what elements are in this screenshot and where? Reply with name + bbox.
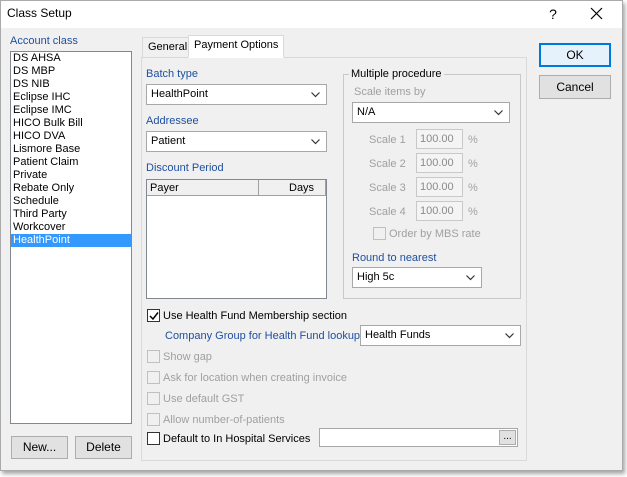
order-by-mbs-checkbox[interactable] — [373, 227, 386, 240]
list-item[interactable]: Eclipse IHC — [11, 91, 131, 104]
list-item[interactable]: HICO DVA — [11, 130, 131, 143]
scale-4-unit: % — [468, 206, 478, 218]
scale-1-label: Scale 1 — [369, 134, 406, 146]
scale-3-unit: % — [468, 182, 478, 194]
use-health-fund-checkbox[interactable] — [147, 309, 160, 322]
close-icon — [590, 7, 603, 20]
payer-column-header[interactable]: Payer — [147, 180, 259, 196]
class-setup-dialog: Class Setup ? Account class DS AHSA DS MB… — [0, 0, 623, 471]
chevron-down-icon — [311, 139, 320, 145]
help-button[interactable]: ? — [543, 3, 563, 25]
use-health-fund-label: Use Health Fund Membership section — [163, 310, 348, 322]
list-item[interactable]: HICO Bulk Bill — [11, 117, 131, 130]
ok-button[interactable]: OK — [539, 43, 611, 67]
account-class-list[interactable]: DS AHSA DS MBP DS NIB Eclipse IHC Eclipse IM… — [10, 51, 132, 424]
multiple-procedure-title: Multiple procedure — [349, 68, 444, 80]
batch-type-label: Batch type — [146, 68, 198, 80]
batch-type-value: HealthPoint — [151, 88, 208, 100]
ask-location-checkbox[interactable] — [147, 371, 160, 384]
scale-2-input[interactable]: 100.00 — [416, 153, 463, 173]
order-by-mbs-label: Order by MBS rate — [389, 228, 481, 240]
payment-options-panel: Batch type HealthPoint Addressee Patient… — [141, 57, 527, 461]
default-hospital-checkbox[interactable] — [147, 432, 160, 445]
cancel-button[interactable]: Cancel — [539, 75, 611, 99]
show-gap-label: Show gap — [163, 351, 212, 363]
scale-4-label: Scale 4 — [369, 206, 406, 218]
list-item[interactable]: DS NIB — [11, 78, 131, 91]
account-class-label: Account class — [10, 35, 78, 47]
addressee-label: Addressee — [146, 115, 199, 127]
chevron-down-icon — [311, 92, 320, 98]
scale-3-input[interactable]: 100.00 — [416, 177, 463, 197]
tab-payment-options[interactable]: Payment Options — [188, 35, 285, 58]
scale-2-label: Scale 2 — [369, 158, 406, 170]
new-button[interactable]: New... — [11, 436, 68, 459]
show-gap-checkbox[interactable] — [147, 350, 160, 363]
discount-period-grid[interactable]: Payer Days — [146, 179, 327, 299]
list-item[interactable]: Eclipse IMC — [11, 104, 131, 117]
window-title: Class Setup — [7, 6, 72, 20]
scale-2-unit: % — [468, 158, 478, 170]
scale-1-input[interactable]: 100.00 — [416, 129, 463, 149]
use-default-gst-checkbox[interactable] — [147, 392, 160, 405]
scale-4-input[interactable]: 100.00 — [416, 201, 463, 221]
round-to-nearest-label: Round to nearest — [352, 252, 437, 264]
scale-items-label: Scale items by — [354, 86, 426, 98]
list-item[interactable]: DS AHSA — [11, 52, 131, 65]
default-hospital-label: Default to In Hospital Services — [163, 433, 311, 445]
chevron-down-icon — [494, 110, 503, 116]
round-to-nearest-select[interactable]: High 5c — [352, 267, 482, 288]
tab-general[interactable]: General — [142, 37, 194, 58]
allow-patients-checkbox[interactable] — [147, 413, 160, 426]
list-item[interactable]: Patient Claim — [11, 156, 131, 169]
list-item[interactable]: Private — [11, 169, 131, 182]
discount-period-label: Discount Period — [146, 162, 224, 174]
list-item[interactable]: Lismore Base — [11, 143, 131, 156]
hospital-services-input[interactable]: ... — [319, 428, 518, 447]
title-bar: Class Setup ? — [1, 1, 622, 28]
scale-1-unit: % — [468, 134, 478, 146]
addressee-select[interactable]: Patient — [146, 131, 327, 152]
scale-items-select[interactable]: N/A — [352, 102, 510, 123]
close-button[interactable] — [579, 1, 615, 27]
browse-button[interactable]: ... — [499, 430, 516, 445]
list-item[interactable]: Schedule — [11, 195, 131, 208]
list-item[interactable]: Workcover — [11, 221, 131, 234]
addressee-value: Patient — [151, 135, 186, 147]
days-column-header[interactable]: Days — [259, 180, 326, 196]
list-item[interactable]: DS MBP — [11, 65, 131, 78]
chevron-down-icon — [466, 275, 475, 281]
delete-button[interactable]: Delete — [75, 436, 132, 459]
round-to-nearest-value: High 5c — [357, 271, 395, 283]
list-item[interactable]: Third Party — [11, 208, 131, 221]
checkmark-icon — [149, 312, 159, 321]
allow-patients-label: Allow number-of-patients — [163, 414, 285, 426]
scale-3-label: Scale 3 — [369, 182, 406, 194]
company-group-value: Health Funds — [365, 329, 431, 341]
list-item[interactable]: Rebate Only — [11, 182, 131, 195]
company-group-label: Company Group for Health Fund lookup — [165, 330, 361, 342]
company-group-select[interactable]: Health Funds — [360, 325, 521, 346]
list-item[interactable]: HealthPoint — [11, 234, 131, 247]
batch-type-select[interactable]: HealthPoint — [146, 84, 327, 105]
use-default-gst-label: Use default GST — [163, 393, 245, 405]
ask-location-label: Ask for location when creating invoice — [163, 372, 348, 384]
scale-items-value: N/A — [357, 106, 376, 118]
chevron-down-icon — [505, 333, 514, 339]
